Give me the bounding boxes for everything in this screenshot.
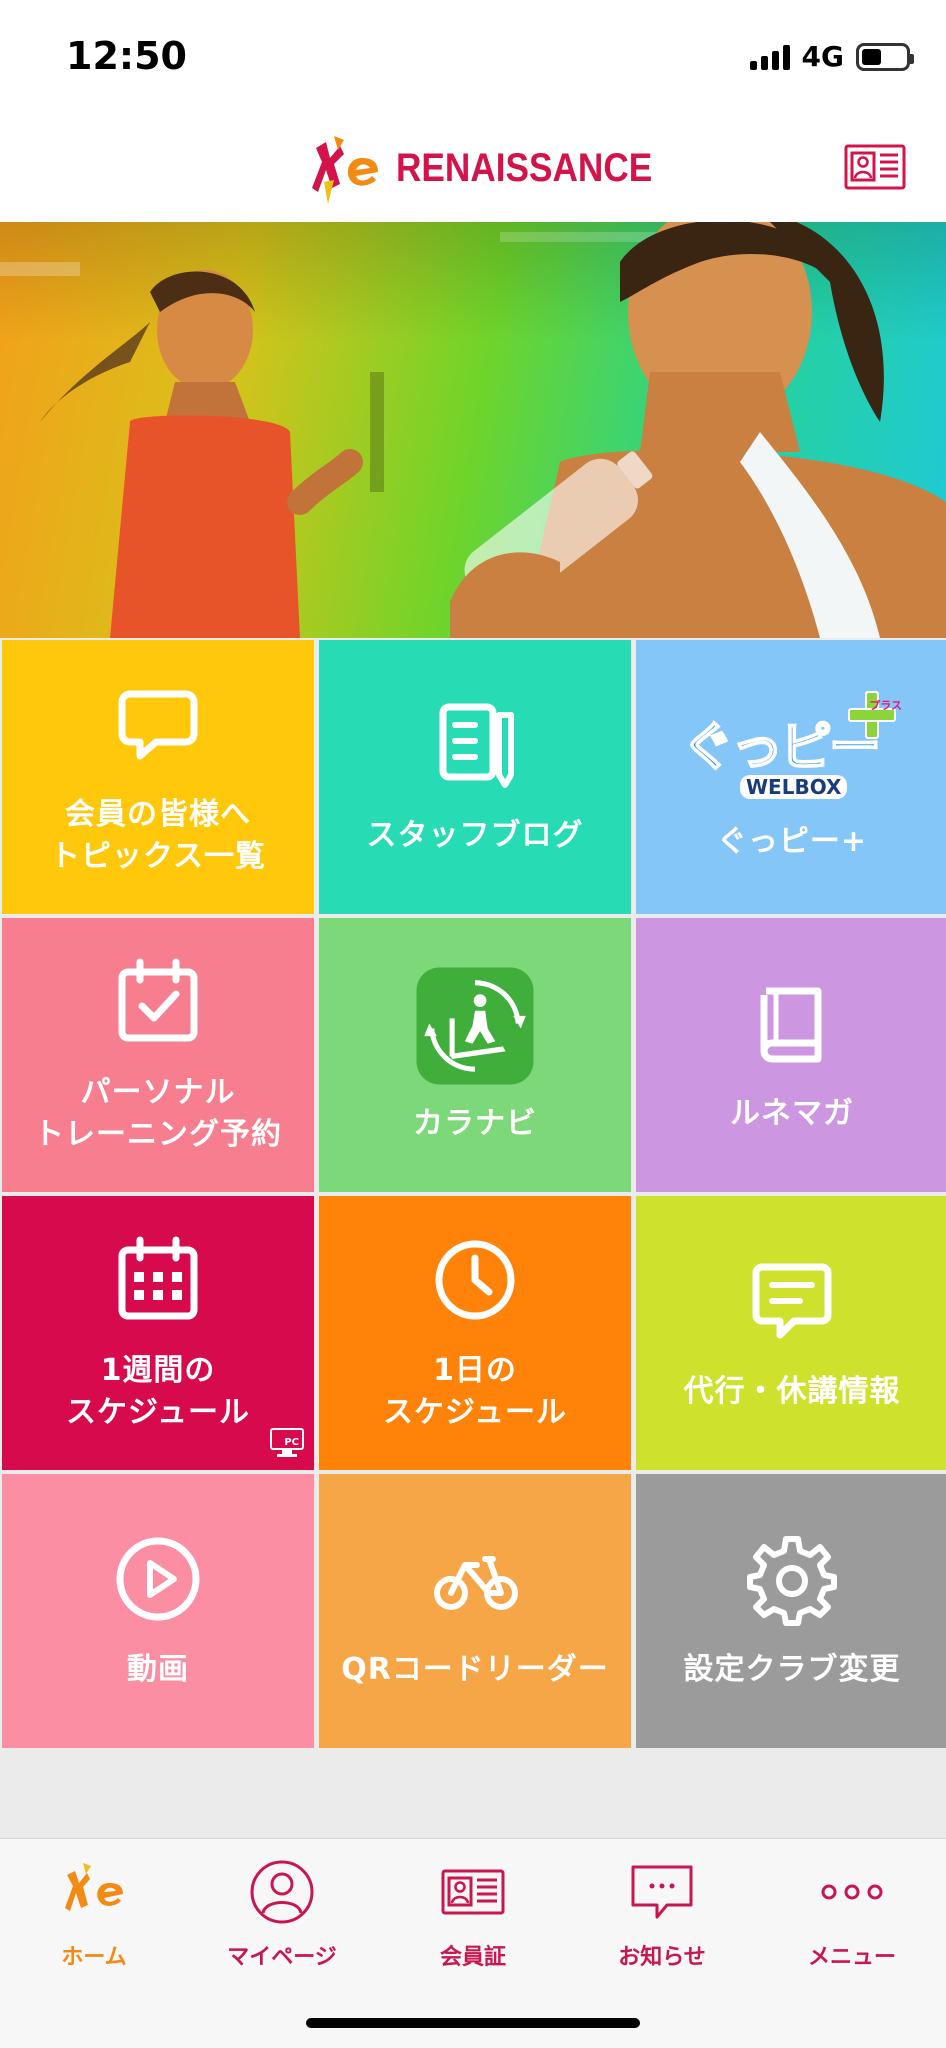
hero-banner xyxy=(0,222,946,638)
brand-logo: RENAISSANCE xyxy=(304,128,687,208)
battery-level xyxy=(862,48,881,65)
tab-home[interactable]: ホーム xyxy=(4,1857,184,1977)
tile-goopy-plus[interactable]: ぐっピー プラス WELBOX ぐっピー+ xyxy=(636,640,946,914)
tile-label: QRコードリーダー xyxy=(341,1652,609,1687)
pc-badge-label: PC xyxy=(284,1437,299,1448)
member-card-icon xyxy=(844,144,906,190)
tile-label: ルネマガ xyxy=(730,1096,854,1131)
member-card-icon xyxy=(441,1869,505,1915)
battery-icon xyxy=(856,42,914,71)
brand-logo-icon xyxy=(312,136,378,204)
book-icon xyxy=(760,987,822,1063)
status-indicators: 4G xyxy=(749,40,914,73)
member-card-button[interactable] xyxy=(844,144,906,190)
goopy-logo: ぐっピー プラス WELBOX xyxy=(681,691,902,809)
message-lines-icon xyxy=(752,1263,832,1339)
tab-notifications[interactable]: お知らせ xyxy=(572,1857,752,1977)
tab-mypage[interactable]: マイページ xyxy=(192,1857,372,1977)
status-time: 12:50 xyxy=(66,34,187,78)
person-icon xyxy=(250,1860,314,1924)
welbox-text: WELBOX xyxy=(740,775,848,799)
tile-staff-blog[interactable]: スタッフブログ xyxy=(319,640,631,914)
play-icon xyxy=(116,1537,200,1621)
tab-menu[interactable]: メニュー xyxy=(762,1857,942,1977)
speech-bubble-icon xyxy=(118,690,198,760)
tile-label: ぐっピー+ xyxy=(716,824,868,859)
tile-label: 代行・休講情報 xyxy=(683,1374,901,1409)
hero-photo xyxy=(0,222,946,638)
tile-qr-reader[interactable]: QRコードリーダー xyxy=(319,1474,631,1748)
more-dots-icon xyxy=(821,1884,883,1900)
tile-label: パーソナル トレーニング予約 xyxy=(34,1075,282,1152)
home-indicator xyxy=(306,2018,640,2028)
tile-substitute-cancel-info[interactable]: 代行・休講情報 xyxy=(636,1196,946,1470)
tile-weekly-schedule[interactable]: 1週間の スケジュール PC xyxy=(2,1196,314,1470)
tile-karanavi[interactable]: カラナビ xyxy=(319,918,631,1192)
tile-renemaga[interactable]: ルネマガ xyxy=(636,918,946,1192)
tab-label: 会員証 xyxy=(439,1945,506,1970)
app-header: RENAISSANCE xyxy=(0,110,946,222)
clock-icon xyxy=(435,1240,515,1320)
network-type: 4G xyxy=(801,40,844,73)
notepad-pen-icon xyxy=(439,703,514,788)
tile-daily-schedule[interactable]: 1日の スケジュール xyxy=(319,1196,631,1470)
brand-name: RENAISSANCE xyxy=(396,145,653,190)
status-bar: 12:50 4G xyxy=(0,0,946,110)
signal-icon xyxy=(749,44,790,70)
bicycle-icon xyxy=(434,1556,518,1610)
tile-personal-training[interactable]: パーソナル トレーニング予約 xyxy=(2,918,314,1192)
tile-label: スタッフブログ xyxy=(366,818,584,853)
tab-label: お知らせ xyxy=(618,1945,706,1970)
tile-change-club[interactable]: 設定クラブ変更 xyxy=(636,1474,946,1748)
goopy-plus-text: プラス xyxy=(869,699,902,712)
home-logo-icon xyxy=(65,1863,123,1911)
gear-icon xyxy=(747,1536,837,1626)
tile-label: 設定クラブ変更 xyxy=(683,1652,901,1687)
tile-label: 1日の スケジュール xyxy=(383,1353,567,1430)
tile-label: 会員の皆様へ トピックス一覧 xyxy=(49,797,267,874)
tab-label: メニュー xyxy=(807,1945,896,1970)
notification-bubble-icon xyxy=(631,1865,693,1919)
bottom-tab-bar: ホーム マイページ 会員証 お知らせ メニュー xyxy=(0,1838,946,2048)
tile-label: 1週間の スケジュール xyxy=(66,1353,250,1430)
menu-grid: 会員の皆様へ トピックス一覧 スタッフブログ ぐっピー プラス WELBOX ぐ… xyxy=(0,638,946,1748)
tab-label: マイページ xyxy=(227,1945,337,1970)
tab-member-card[interactable]: 会員証 xyxy=(383,1857,563,1977)
tile-videos[interactable]: 動画 xyxy=(2,1474,314,1748)
calendar-grid-icon xyxy=(118,1236,198,1320)
tab-label: ホーム xyxy=(61,1945,127,1970)
tile-topics[interactable]: 会員の皆様へ トピックス一覧 xyxy=(2,640,314,914)
treadmill-app-icon xyxy=(416,967,534,1085)
calendar-check-icon xyxy=(118,958,198,1042)
tile-label: 動画 xyxy=(127,1652,189,1687)
tile-label: カラナビ xyxy=(413,1106,537,1141)
